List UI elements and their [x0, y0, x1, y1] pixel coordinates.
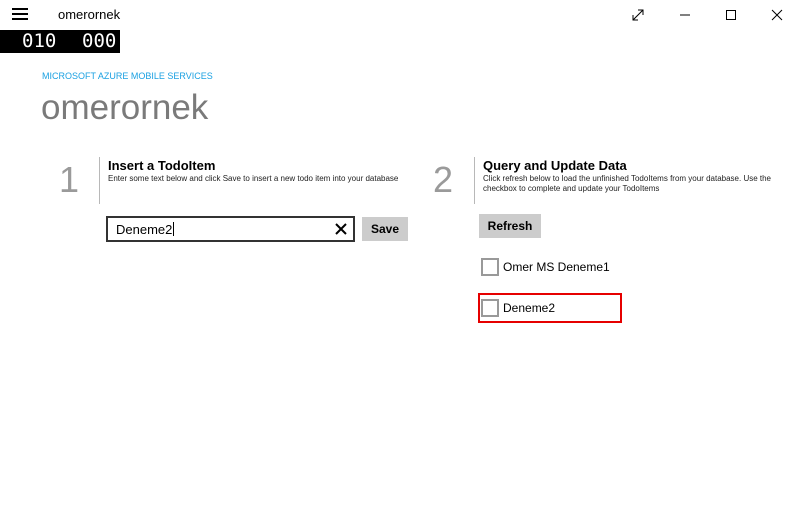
service-label: MICROSOFT AZURE MOBILE SERVICES — [42, 71, 213, 81]
todo-text-input[interactable]: Deneme2 — [106, 216, 355, 242]
minimize-button[interactable] — [662, 0, 708, 30]
save-button[interactable]: Save — [362, 217, 408, 241]
frame-counter-right: 000 — [82, 30, 117, 52]
divider — [474, 157, 475, 204]
query-description: Click refresh below to load the unfinish… — [483, 174, 772, 193]
close-icon — [771, 9, 783, 21]
highlight-box — [478, 293, 622, 323]
close-window-button[interactable] — [754, 0, 796, 30]
step-number-2: 2 — [433, 159, 454, 200]
todo-item-label: Omer MS Deneme1 — [503, 260, 610, 274]
refresh-button[interactable]: Refresh — [479, 214, 541, 238]
minimize-icon — [680, 14, 690, 16]
page-title: omerornek — [41, 88, 209, 127]
todo-input-value: Deneme2 — [116, 222, 175, 237]
divider — [99, 157, 100, 204]
diagonal-resize-icon — [632, 9, 644, 21]
query-heading: Query and Update Data — [483, 158, 627, 173]
maximize-icon — [726, 10, 736, 20]
maximize-button[interactable] — [708, 0, 754, 30]
todo-list-item[interactable]: Omer MS Deneme1 — [481, 257, 610, 277]
insert-heading: Insert a TodoItem — [108, 158, 216, 173]
clear-input-button[interactable] — [334, 222, 348, 236]
todo-checkbox[interactable] — [481, 258, 499, 276]
frame-counter-left: 010 — [22, 30, 57, 52]
insert-description: Enter some text below and click Save to … — [108, 174, 399, 183]
step-number-1: 1 — [59, 159, 80, 200]
hamburger-menu-icon[interactable] — [12, 8, 28, 22]
title-bar: omerornek — [0, 0, 796, 30]
window-title: omerornek — [58, 7, 121, 22]
resize-button[interactable] — [615, 0, 661, 30]
frame-rate-counter: 010 000 — [0, 30, 120, 53]
clear-x-icon — [335, 223, 347, 235]
